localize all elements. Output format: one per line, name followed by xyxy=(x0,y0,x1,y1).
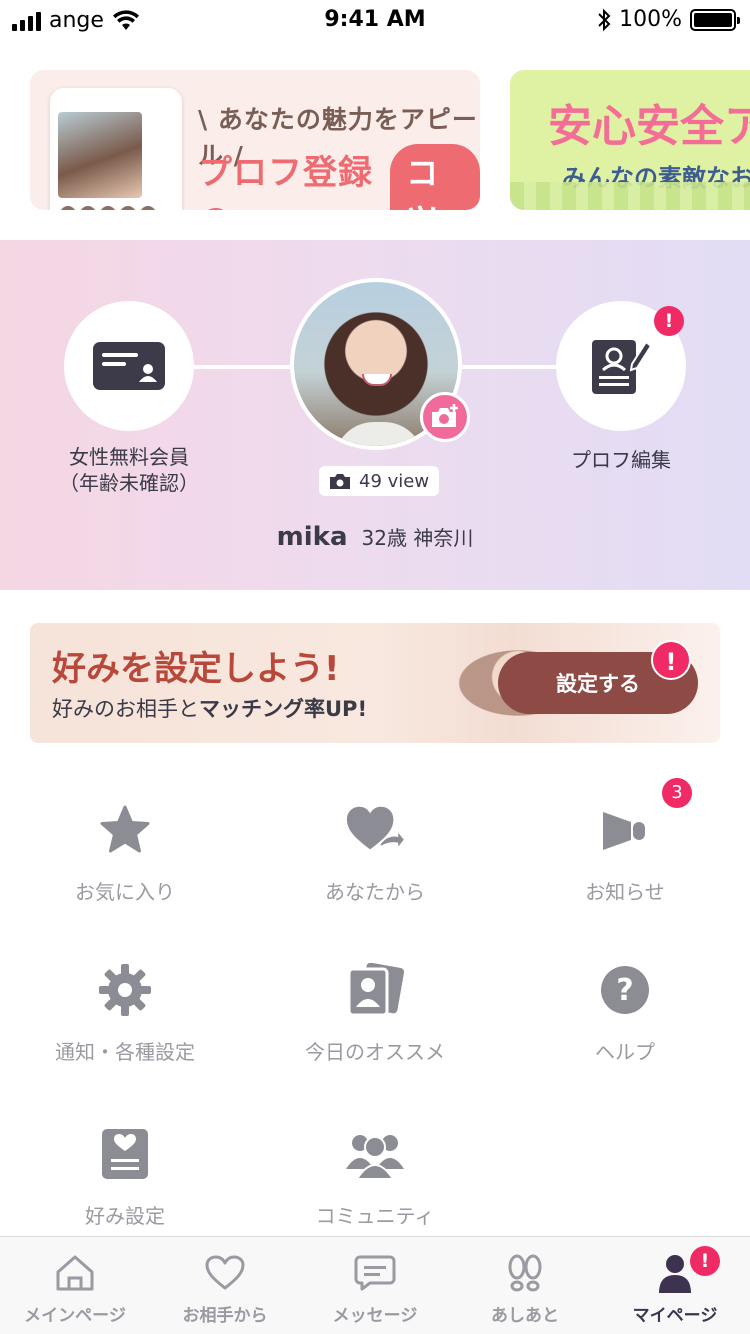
menu-favorites[interactable]: お気に入り xyxy=(0,800,250,930)
phone-illustration xyxy=(50,88,182,210)
age-location: 32歳 神奈川 xyxy=(361,526,474,550)
menu-help-label: ヘルプ xyxy=(595,1040,655,1064)
preference-title: 好みを設定しよう! xyxy=(52,649,340,689)
add-photo-button[interactable] xyxy=(420,392,470,442)
status-right: 100% xyxy=(597,7,740,32)
view-count: 49 view xyxy=(359,470,430,492)
mypage-alert: ! xyxy=(690,1246,720,1276)
menu-favorites-label: お気に入り xyxy=(75,880,175,904)
nav-from-partner[interactable]: お相手から xyxy=(150,1237,300,1334)
nav-message-label: メッセージ xyxy=(332,1306,418,1326)
nav-footprints[interactable]: あしあと xyxy=(450,1237,600,1334)
menu-settings-label: 通知・各種設定 xyxy=(55,1040,195,1064)
camera-plus-icon xyxy=(432,404,458,427)
home-icon xyxy=(53,1251,97,1295)
preference-banner[interactable]: 好みを設定しよう! 好みのお相手とマッチング率UP! 設定する xyxy=(30,623,720,743)
nav-from-partner-label: お相手から xyxy=(182,1306,268,1326)
sample-photo xyxy=(58,112,142,198)
profile-edit-icon xyxy=(592,340,652,394)
nav-footprints-label: あしあと xyxy=(491,1306,559,1326)
preference-alert: ! xyxy=(651,640,691,680)
profile-tips-banner[interactable]: \ あなたの魅力をアピール / プロフ登録の コツ xyxy=(30,70,480,210)
help-icon: ? xyxy=(595,960,655,1020)
user-name: mika xyxy=(276,522,348,552)
preference-subtitle: 好みのお相手とマッチング率UP! xyxy=(52,693,367,723)
status-bar: ange 9:41 AM 100% xyxy=(0,0,750,40)
menu-help[interactable]: ? ヘルプ xyxy=(500,960,750,1090)
thumbnail-row xyxy=(60,206,156,210)
bluetooth-icon xyxy=(598,8,611,31)
heart-send-icon xyxy=(345,800,405,860)
safety-banner[interactable]: 安心安全ア みんなの素敵なお xyxy=(510,70,750,210)
battery-icon xyxy=(690,8,740,31)
chat-icon xyxy=(353,1251,397,1295)
menu-from-you[interactable]: あなたから xyxy=(250,800,500,930)
menu-pref-settings-label: 好み設定 xyxy=(85,1204,165,1228)
avatar-shirt xyxy=(334,422,424,446)
svg-text:?: ? xyxy=(616,973,633,1008)
notices-badge: 3 xyxy=(662,778,692,808)
menu-notices-label: お知らせ xyxy=(585,880,665,904)
footprints-icon xyxy=(503,1251,547,1295)
avatar-smile xyxy=(362,374,392,386)
membership-button[interactable] xyxy=(64,301,194,431)
tips-banner-title-text: プロフ登録の xyxy=(198,153,373,210)
menu-pref-settings[interactable]: 好み設定 xyxy=(0,1124,250,1254)
edit-profile-alert: ! xyxy=(654,306,684,336)
membership-label: 女性無料会員 （年齢未確認） xyxy=(34,444,224,496)
camera-icon xyxy=(330,474,350,489)
photo-cards-icon xyxy=(345,960,405,1020)
membership-type: 女性無料会員 xyxy=(69,445,189,469)
group-icon xyxy=(345,1124,405,1184)
edit-profile-label: プロフ編集 xyxy=(571,448,671,472)
bottom-navigation: メインページ お相手から メッセージ あしあと マイページ xyxy=(0,1236,750,1334)
menu-settings[interactable]: 通知・各種設定 xyxy=(0,960,250,1090)
nav-mypage-label: マイページ xyxy=(632,1306,718,1326)
profile-summary: mika 32歳 神奈川 xyxy=(0,522,750,552)
megaphone-icon xyxy=(595,800,655,860)
menu-recommend[interactable]: 今日のオススメ xyxy=(250,960,500,1090)
profile-section: 49 view ! 女性無料会員 （年齢未確認） プロフ編集 mika 32歳 神… xyxy=(0,240,750,590)
nav-mypage[interactable]: マイページ xyxy=(600,1237,750,1334)
heart-icon xyxy=(203,1251,247,1295)
menu-community[interactable]: コミュニティ xyxy=(250,1124,500,1254)
id-card-icon xyxy=(93,342,165,390)
preference-subtitle-bold: マッチング率UP! xyxy=(199,697,368,721)
preference-subtitle-plain: 好みのお相手と xyxy=(52,697,199,721)
menu-notices[interactable]: お知らせ xyxy=(500,800,750,930)
battery-percent: 100% xyxy=(619,7,682,32)
nav-main-label: メインページ xyxy=(24,1306,126,1326)
tips-banner-title: プロフ登録の コツ xyxy=(198,144,480,210)
city-illustration xyxy=(510,182,750,210)
nav-main[interactable]: メインページ xyxy=(0,1237,150,1334)
menu-recommend-label: 今日のオススメ xyxy=(305,1040,445,1064)
tips-banner-badge: コツ xyxy=(390,144,480,210)
menu-from-you-label: あなたから xyxy=(325,880,425,904)
star-icon xyxy=(95,800,155,860)
heart-document-icon xyxy=(95,1124,155,1184)
menu-community-label: コミュニティ xyxy=(315,1204,435,1228)
gear-icon xyxy=(95,960,155,1020)
nav-message[interactable]: メッセージ xyxy=(300,1237,450,1334)
safety-banner-title: 安心安全ア xyxy=(548,101,750,152)
view-count-badge: 49 view xyxy=(319,466,440,496)
membership-status: （年齢未確認） xyxy=(59,471,199,495)
